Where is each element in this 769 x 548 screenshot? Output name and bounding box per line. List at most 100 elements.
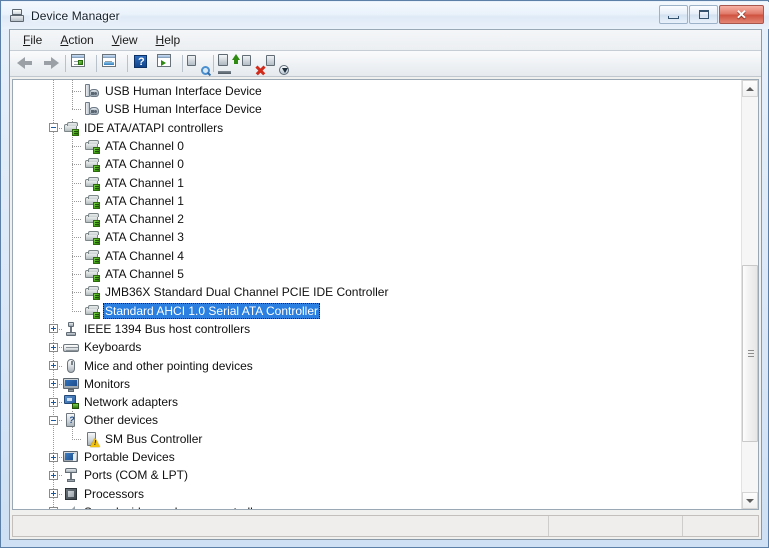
tree-item[interactable]: Portable Devices [13, 448, 741, 466]
ide-controller-icon [63, 120, 79, 136]
menu-view-rest: iew [119, 32, 138, 47]
menu-help[interactable]: Help [147, 31, 190, 50]
tree-item[interactable]: ? Other devices [13, 411, 741, 429]
sound-device-icon [63, 504, 79, 509]
expand-icon[interactable] [49, 397, 58, 407]
tree-item[interactable]: IDE ATA/ATAPI controllers [13, 119, 741, 137]
tree-item-label: Sound, video and game controllers [82, 504, 271, 509]
menu-file-rest: ile [30, 32, 43, 47]
properties-icon [100, 52, 124, 75]
expand-icon[interactable] [49, 342, 58, 352]
tree-item[interactable]: SM Bus Controller [13, 430, 741, 448]
tree-item[interactable]: Mice and other pointing devices [13, 357, 741, 375]
tree-item-label: ATA Channel 2 [105, 212, 184, 227]
menu-view[interactable]: View [103, 31, 147, 50]
collapse-icon[interactable] [49, 415, 58, 425]
tree-item[interactable]: USB Human Interface Device [13, 82, 741, 100]
ata-channel-icon [84, 303, 100, 319]
tree-connector-line [72, 292, 82, 294]
status-pane-main [13, 516, 549, 536]
minimize-button[interactable] [659, 5, 688, 24]
tree-item[interactable]: Ports (COM & LPT) [13, 466, 741, 484]
scroll-up-button[interactable] [742, 80, 758, 97]
expand-icon[interactable] [49, 361, 58, 370]
tree-item[interactable]: Keyboards [13, 338, 741, 356]
maximize-button[interactable] [689, 5, 718, 24]
device-tree-canvas: USB Human Interface Device USB Human Inte… [13, 80, 741, 509]
tree-item[interactable]: Processors [13, 485, 741, 503]
tree-item-label: IDE ATA/ATAPI controllers [84, 120, 224, 135]
scrollbar-thumb[interactable] [742, 265, 758, 442]
disable-button[interactable] [265, 52, 289, 75]
tree-item[interactable]: ATA Channel 1 [13, 174, 741, 192]
status-bar [12, 515, 759, 537]
uninstall-button[interactable] [241, 52, 266, 76]
properties-button[interactable] [100, 52, 124, 75]
tree-item[interactable]: ATA Channel 5 [13, 265, 741, 283]
expand-icon[interactable] [49, 489, 58, 499]
vertical-scrollbar[interactable] [741, 80, 758, 509]
ata-channel-icon [84, 193, 100, 209]
status-pane-two [549, 516, 683, 536]
expand-icon[interactable] [49, 507, 58, 509]
show-hide-tree-button[interactable] [69, 52, 93, 75]
unknown-device-warning-icon [84, 431, 100, 447]
menu-action-rest: ction [68, 32, 94, 47]
tree-item[interactable]: JMB36X Standard Dual Channel PCIE IDE Co… [13, 283, 741, 301]
forward-arrow-icon [38, 52, 62, 75]
tree-item[interactable]: ATA Channel 3 [13, 228, 741, 246]
expand-icon[interactable] [49, 379, 58, 389]
tree-item[interactable]: ATA Channel 0 [13, 137, 741, 155]
ata-channel-icon [84, 266, 100, 282]
window-title: Device Manager [31, 8, 120, 23]
tree-connector-line [72, 164, 82, 166]
tree-item[interactable]: IEEE 1394 Bus host controllers [13, 320, 741, 338]
expand-icon[interactable] [49, 324, 58, 334]
ata-channel-icon [84, 284, 100, 301]
tree-item[interactable]: Monitors [13, 375, 741, 393]
forward-button[interactable] [38, 52, 62, 75]
toolbar-separator-1 [65, 55, 66, 72]
tree-item[interactable]: ATA Channel 2 [13, 210, 741, 228]
menu-action[interactable]: Action [51, 31, 102, 50]
processor-icon [63, 486, 79, 502]
tree-item[interactable]: Sound, video and game controllers [13, 503, 741, 509]
usb-hid-icon [84, 83, 100, 99]
tree-item[interactable]: ATA Channel 1 [13, 192, 741, 210]
tree-item[interactable]: ATA Channel 4 [13, 247, 741, 265]
tree-item[interactable]: Standard AHCI 1.0 Serial ATA Controller [13, 302, 741, 320]
collapse-icon[interactable] [49, 123, 58, 133]
tree-item-label: Keyboards [84, 340, 142, 355]
expand-icon[interactable] [49, 470, 58, 480]
title-bar[interactable]: Device Manager ✕ [2, 2, 769, 29]
toolbar-separator-5 [213, 55, 214, 72]
tree-item-label: Processors [84, 486, 145, 501]
scroll-down-button[interactable] [742, 492, 758, 509]
back-button[interactable] [14, 52, 38, 75]
menu-file[interactable]: File [14, 31, 51, 50]
uninstall-device-icon [241, 52, 266, 76]
show-hide-console-tree-icon [69, 52, 93, 75]
tree-item-label: JMB36X Standard Dual Channel PCIE IDE Co… [105, 285, 389, 300]
scan-hardware-button[interactable] [186, 52, 210, 75]
tree-item-label: Portable Devices [84, 450, 175, 464]
tree-item[interactable]: USB Human Interface Device [13, 100, 741, 118]
tree-connector-line [72, 109, 82, 111]
tree-connector-line [72, 91, 82, 92]
menu-bar: File Action View Help [10, 30, 761, 51]
expand-icon[interactable] [49, 452, 58, 462]
toolbar-separator-2 [96, 55, 97, 72]
tree-item-label: Mice and other pointing devices [84, 358, 253, 373]
portable-device-icon [63, 449, 79, 465]
help-button[interactable] [131, 52, 155, 75]
menu-help-rest: elp [164, 32, 181, 47]
view-button[interactable] [155, 52, 179, 75]
device-tree-view[interactable]: USB Human Interface Device USB Human Inte… [12, 79, 759, 510]
tree-connector-line [72, 145, 82, 147]
tree-item[interactable]: ATA Channel 0 [13, 155, 741, 173]
toolbar [10, 51, 761, 77]
close-button[interactable]: ✕ [719, 5, 764, 24]
toolbar-separator-4 [182, 55, 183, 72]
update-driver-button[interactable] [217, 52, 241, 75]
tree-item[interactable]: Network adapters [13, 393, 741, 411]
